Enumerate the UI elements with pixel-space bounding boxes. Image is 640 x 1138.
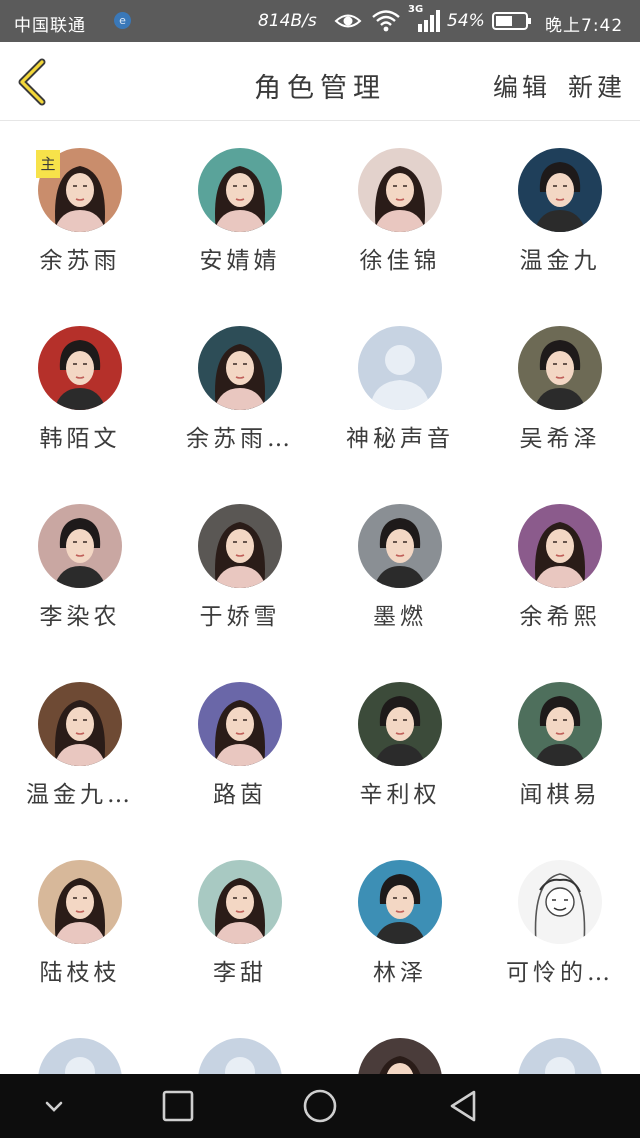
character-item[interactable]: 李甜 (160, 833, 320, 1011)
character-item[interactable]: 于娇雪 (160, 477, 320, 655)
main-character-badge: 主 (36, 150, 60, 178)
character-avatar (358, 504, 442, 588)
character-item[interactable]: 陆枝枝 (0, 833, 160, 1011)
carrier-badge-icon: e (114, 12, 131, 29)
edit-button[interactable]: 编辑 (493, 68, 551, 104)
character-avatar (518, 326, 602, 410)
character-item[interactable]: 主余苏雨 (0, 121, 160, 299)
character-name: 韩陌文 (39, 426, 121, 452)
character-avatar (198, 682, 282, 766)
new-button[interactable]: 新建 (568, 68, 626, 104)
avatar-placeholder-icon (198, 1038, 282, 1074)
character-name: 李甜 (213, 960, 267, 986)
character-name: 可怜的… (506, 960, 614, 986)
character-avatar (358, 682, 442, 766)
avatar-placeholder-icon (358, 326, 442, 410)
character-item[interactable]: 可怜的… (480, 833, 640, 1011)
character-item[interactable]: 温金九 (480, 121, 640, 299)
character-avatar (518, 682, 602, 766)
eye-icon (334, 14, 362, 28)
system-nav-bar (0, 1074, 640, 1138)
character-avatar (198, 148, 282, 232)
character-item[interactable]: 安婧婧 (160, 121, 320, 299)
battery-percent: 54% (447, 11, 485, 31)
net-speed: 814B/s (258, 11, 317, 31)
character-item[interactable]: 神秘声音 (320, 299, 480, 477)
app-header: 角色管理 编辑 新建 (0, 42, 640, 121)
wifi-icon (372, 10, 400, 32)
character-name: 闻棋易 (519, 782, 601, 808)
character-item[interactable] (480, 1011, 640, 1074)
character-name: 林泽 (373, 960, 427, 986)
character-name: 余希熙 (519, 604, 601, 630)
battery-icon (492, 12, 531, 30)
character-name: 徐佳锦 (359, 248, 441, 274)
character-item[interactable]: 吴希泽 (480, 299, 640, 477)
character-name: 神秘声音 (346, 426, 454, 452)
character-name: 吴希泽 (519, 426, 601, 452)
character-avatar (358, 148, 442, 232)
character-avatar (198, 504, 282, 588)
character-avatar (198, 326, 282, 410)
avatar-placeholder-icon (38, 1038, 122, 1074)
carrier-name: 中国联通 (14, 16, 86, 36)
character-item[interactable]: 余希熙 (480, 477, 640, 655)
character-avatar (38, 682, 122, 766)
character-avatar (38, 860, 122, 944)
clock: 晚上7:42 (545, 16, 624, 36)
character-item[interactable]: 林泽 (320, 833, 480, 1011)
avatar-placeholder-icon (518, 1038, 602, 1074)
character-item[interactable]: 辛利权 (320, 655, 480, 833)
character-item[interactable]: 墨燃 (320, 477, 480, 655)
character-item[interactable]: 余苏雨… (160, 299, 320, 477)
status-bar: 中国联通 e 814B/s 3G 54% 晚上7:42 (0, 0, 640, 42)
character-name: 安婧婧 (199, 248, 281, 274)
character-name: 路茵 (213, 782, 267, 808)
character-avatar (38, 504, 122, 588)
character-item[interactable]: 路茵 (160, 655, 320, 833)
character-avatar (198, 860, 282, 944)
character-item[interactable]: 闻棋易 (480, 655, 640, 833)
character-name: 温金九… (26, 782, 134, 808)
character-name: 于娇雪 (199, 604, 281, 630)
home-icon[interactable] (300, 1086, 340, 1126)
character-avatar (358, 1038, 442, 1074)
character-name: 李染农 (39, 604, 121, 630)
character-name: 余苏雨… (186, 426, 294, 452)
character-name: 温金九 (519, 248, 601, 274)
character-item[interactable]: 徐佳锦 (320, 121, 480, 299)
character-avatar (518, 504, 602, 588)
character-avatar (38, 326, 122, 410)
character-avatar (518, 860, 602, 944)
character-name: 陆枝枝 (39, 960, 121, 986)
character-item[interactable] (320, 1011, 480, 1074)
recents-icon[interactable] (158, 1086, 198, 1126)
character-item[interactable]: 温金九… (0, 655, 160, 833)
character-item[interactable] (160, 1011, 320, 1074)
back-icon[interactable] (444, 1086, 484, 1126)
character-grid: 主余苏雨 安婧婧 徐佳锦 温金九 韩陌文 余苏雨… 神秘声音 吴希泽 李染农 于娇雪 墨燃 余希熙 温金… (0, 121, 640, 1074)
collapse-icon[interactable] (34, 1086, 74, 1126)
character-name: 辛利权 (359, 782, 441, 808)
character-item[interactable]: 韩陌文 (0, 299, 160, 477)
character-avatar (518, 148, 602, 232)
character-avatar (358, 860, 442, 944)
character-item[interactable]: 李染农 (0, 477, 160, 655)
character-name: 余苏雨 (39, 248, 121, 274)
signal-icon (418, 10, 440, 32)
character-name: 墨燃 (373, 604, 427, 630)
character-item[interactable] (0, 1011, 160, 1074)
